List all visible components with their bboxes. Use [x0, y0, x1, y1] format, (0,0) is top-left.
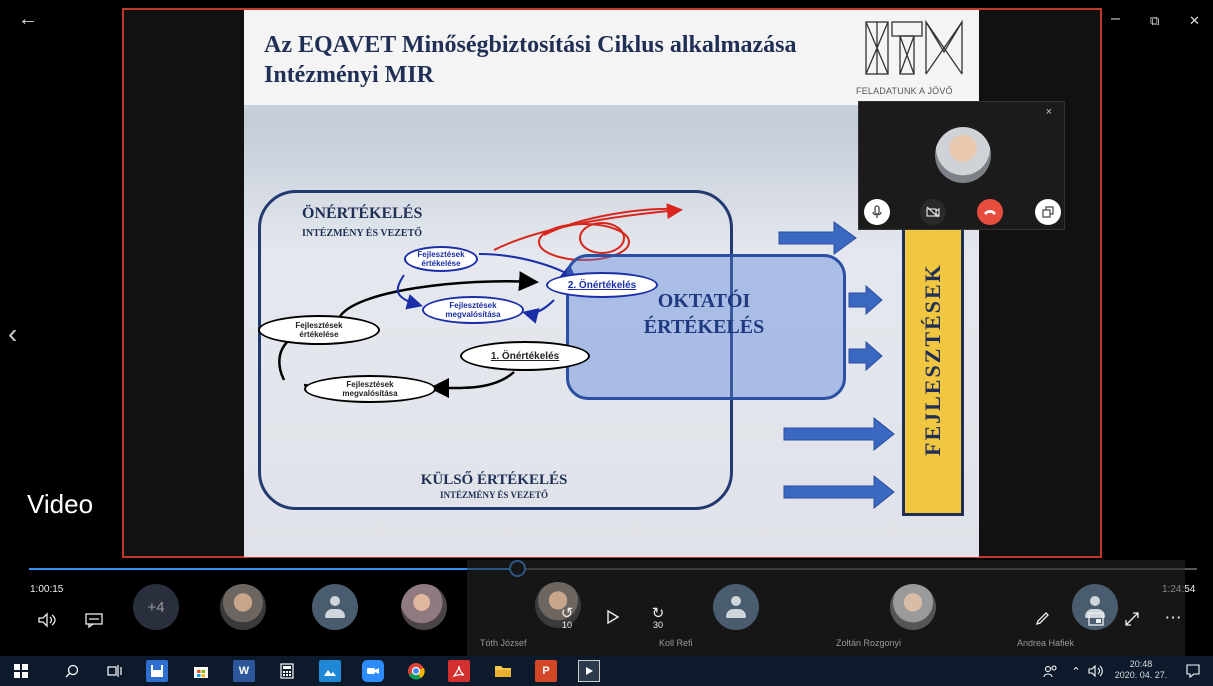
calculator-icon[interactable] — [276, 660, 298, 682]
back-arrow-icon[interactable]: ← — [18, 8, 38, 31]
more-options-icon[interactable]: ⋯ — [1163, 608, 1183, 628]
volume-icon[interactable] — [37, 610, 57, 630]
start-windows-icon[interactable] — [10, 660, 32, 682]
hang-up-icon[interactable] — [977, 199, 1003, 225]
participant-avatar-koll-refi[interactable] — [713, 584, 759, 630]
skip-back-seconds: 10 — [561, 619, 572, 630]
elapsed-time: 1:00:15 — [30, 584, 64, 595]
skip-forward-seconds: 30 — [652, 619, 663, 630]
participant-avatar[interactable] — [312, 584, 358, 630]
clock[interactable]: 20:48 2020. 04. 27. — [1111, 659, 1171, 681]
show-hidden-icons-chevron-icon[interactable]: ⌃ — [1065, 660, 1087, 682]
oktatoi-ertekeles-label: OKTATÓI ÉRTÉKELÉS — [643, 290, 765, 338]
kulso-ertekeles-subheading: INTÉZMÉNY ÉS VEZETŐ — [439, 490, 549, 500]
slideshow-icon[interactable] — [578, 660, 600, 682]
mini-call-window[interactable]: × — [858, 101, 1065, 230]
participant-name: Tóth József — [480, 638, 527, 648]
participant-avatar[interactable] — [220, 584, 266, 630]
camera-off-icon[interactable] — [920, 199, 946, 225]
speaker-icon[interactable] — [1085, 660, 1107, 682]
participant-name: Zoltán Rozgonyi — [836, 638, 902, 648]
acrobat-icon[interactable] — [448, 660, 470, 682]
word-icon[interactable]: W — [233, 660, 255, 682]
pop-out-icon[interactable] — [1035, 199, 1061, 225]
seek-bar-progress — [29, 568, 517, 570]
task-view-icon[interactable] — [104, 660, 126, 682]
file-explorer-icon[interactable] — [492, 660, 514, 682]
oval-onertekeles-1: 1. Önértékelés — [460, 341, 590, 371]
oval-fejlesztesek-megvalositasa-bottom: Fejlesztések megvalósítása — [304, 375, 436, 403]
notifications-icon[interactable] — [1182, 660, 1204, 682]
store-icon[interactable] — [190, 660, 212, 682]
participant-avatar-zoltan-rozgonyi[interactable] — [890, 584, 936, 630]
teams-meeting-window: ← – ⧉ ✕ Az EQAVET Minőségbiztosítási Cik… — [0, 0, 1213, 686]
rewind-icon: ↺ — [560, 604, 574, 622]
skip-back-button[interactable]: ↺ 10 — [555, 605, 579, 631]
save-floppy-icon[interactable] — [146, 660, 168, 682]
windows-taskbar: W P ⌃ 20:48 2020. 04. 27. — [0, 656, 1213, 686]
participant-name: Andrea Hafiek — [1017, 638, 1075, 648]
previous-chevron-icon[interactable]: ‹ — [8, 318, 17, 350]
zoom-icon[interactable] — [362, 660, 384, 682]
participant-name: Koll Refi — [659, 638, 693, 648]
play-button[interactable] — [603, 607, 623, 627]
kulso-ertekeles-heading: KÜLSŐ ÉRTÉKELÉS — [420, 472, 568, 488]
oval-fejlesztesek-ertekelese-top: Fejlesztések értékelése — [404, 246, 478, 272]
chrome-icon[interactable] — [405, 660, 427, 682]
minimize-button[interactable]: – — [1111, 10, 1120, 28]
more-participants-badge[interactable]: +4 — [133, 584, 179, 630]
powerpoint-icon[interactable]: P — [535, 660, 557, 682]
skip-forward-button[interactable]: ↻ 30 — [646, 605, 670, 631]
forward-icon: ↻ — [651, 604, 665, 622]
caller-avatar — [935, 127, 991, 183]
fejlesztesek-label: FEJLESZTÉSEK — [920, 263, 945, 457]
fullscreen-icon[interactable] — [1122, 609, 1142, 629]
microphone-icon[interactable] — [864, 199, 890, 225]
restore-button[interactable]: ⧉ — [1150, 13, 1159, 29]
oval-fejlesztesek-ertekelese-left: Fejlesztések értékelése — [258, 315, 380, 345]
photos-icon[interactable] — [319, 660, 341, 682]
participant-avatar[interactable] — [401, 584, 447, 630]
clock-time: 20:48 — [1129, 659, 1153, 669]
oval-onertekeles-2: 2. Önértékelés — [546, 272, 658, 298]
shared-slide: Az EQAVET Minőségbiztosítási Ciklus alka… — [244, 10, 979, 557]
oval-fejlesztesek-megvalositasa-top: Fejlesztések megvalósítása — [422, 296, 524, 324]
miniview-icon[interactable] — [1087, 610, 1105, 628]
pen-icon[interactable] — [1032, 609, 1052, 629]
play-icon — [607, 609, 620, 625]
people-icon[interactable] — [1040, 660, 1062, 682]
video-label: Video — [27, 489, 94, 519]
search-icon[interactable] — [61, 660, 83, 682]
clock-date: 2020. 04. 27. — [1114, 670, 1168, 680]
mini-close-button[interactable]: × — [1046, 106, 1052, 118]
close-button[interactable]: ✕ — [1189, 13, 1200, 29]
captions-icon[interactable] — [84, 610, 104, 630]
